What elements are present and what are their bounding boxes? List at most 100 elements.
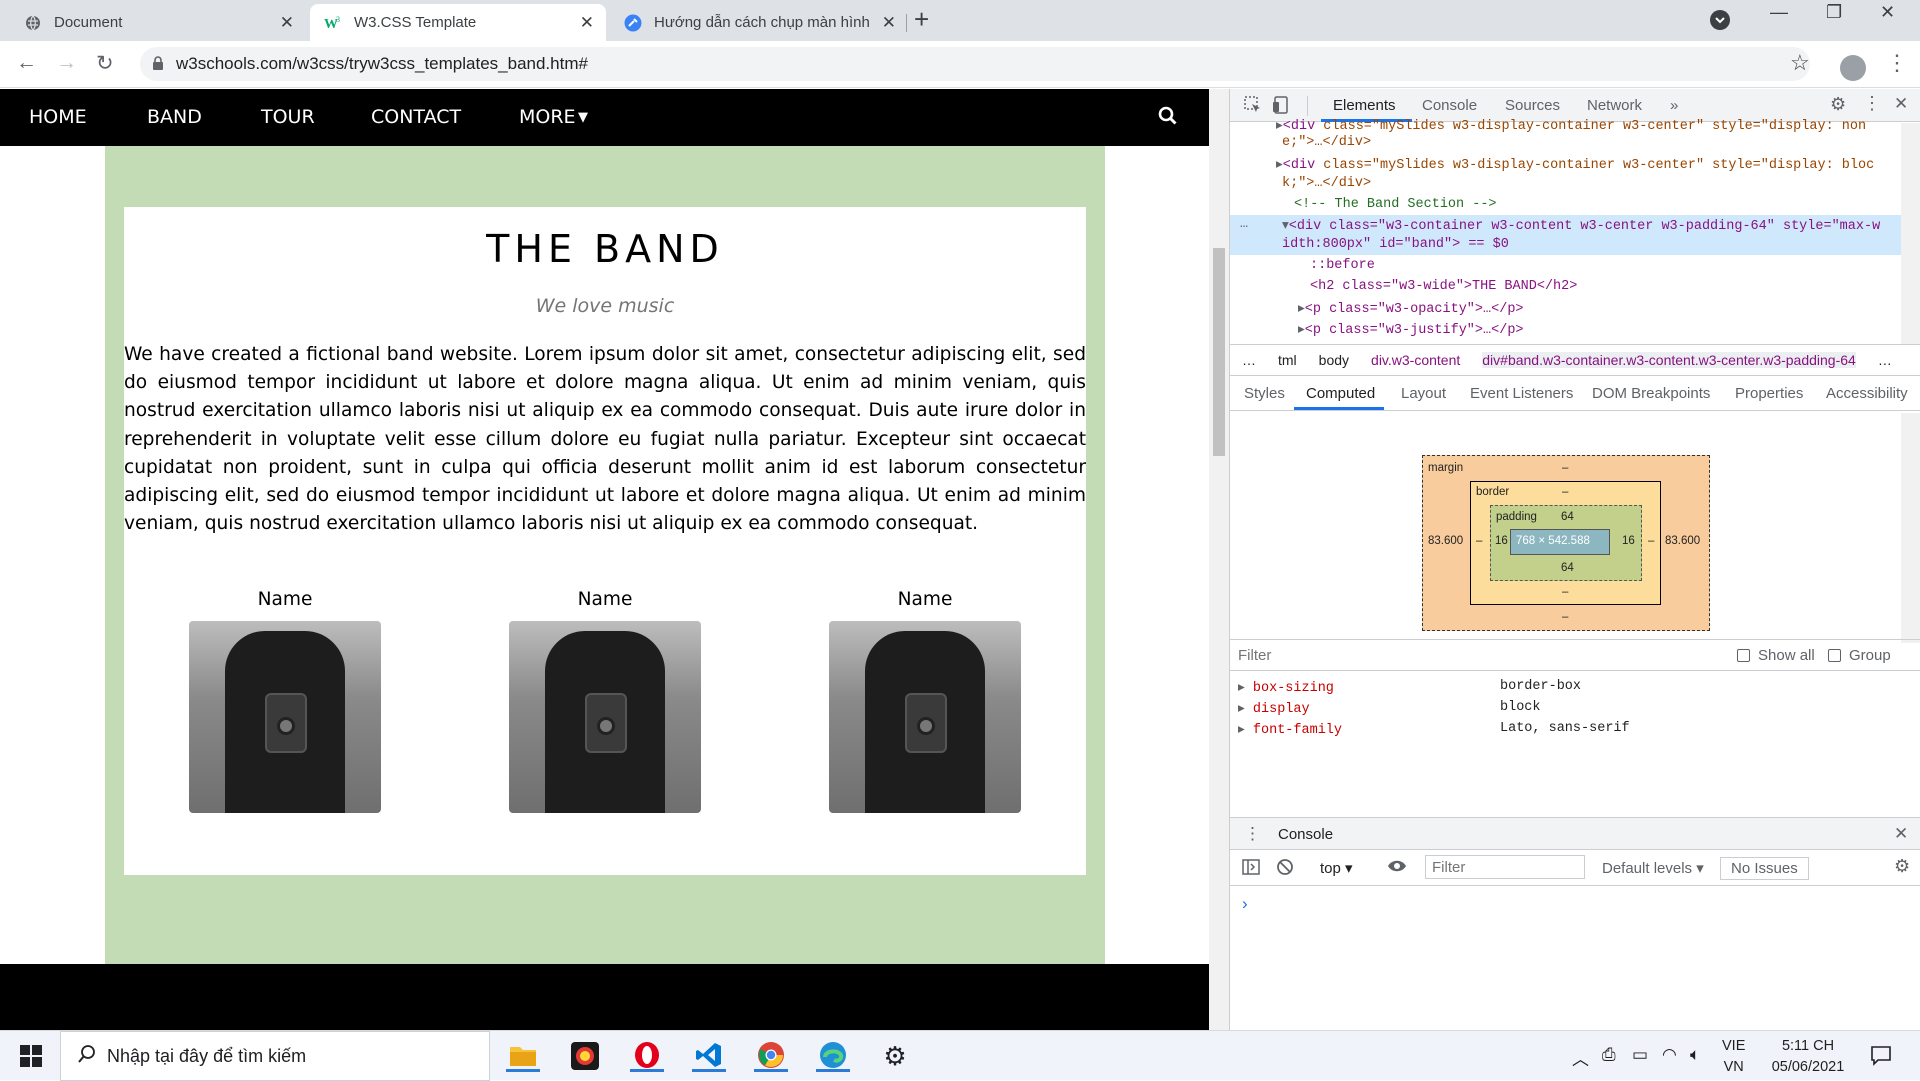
file-explorer-icon[interactable] bbox=[506, 1040, 540, 1072]
input-language-indicator[interactable]: VIE VN bbox=[1722, 1036, 1745, 1078]
issues-button[interactable]: No Issues bbox=[1720, 857, 1809, 880]
context-selector[interactable]: top ▾ bbox=[1320, 859, 1353, 877]
notification-center-icon[interactable] bbox=[1870, 1044, 1892, 1071]
expand-arrow-icon[interactable]: ▸ bbox=[1298, 323, 1305, 338]
vscode-icon[interactable] bbox=[692, 1040, 726, 1072]
dom-ellipsis[interactable]: … bbox=[1240, 217, 1248, 232]
computed-property-row[interactable]: ▸ box-sizing bbox=[1238, 679, 1334, 696]
breadcrumb-item-selected[interactable]: div#band.w3-container.w3-content.w3-cent… bbox=[1482, 352, 1856, 368]
profile-avatar-icon[interactable] bbox=[1840, 55, 1866, 81]
nav-more[interactable]: MORE bbox=[519, 106, 576, 128]
close-tab-icon[interactable]: ✕ bbox=[580, 13, 594, 33]
search-icon[interactable] bbox=[1158, 106, 1178, 132]
nav-home[interactable]: HOME bbox=[29, 106, 87, 128]
nav-tour[interactable]: TOUR bbox=[261, 106, 315, 128]
more-tabs-icon[interactable]: » bbox=[1670, 97, 1678, 114]
console-prompt[interactable]: › bbox=[1242, 894, 1248, 914]
device-toggle-icon[interactable] bbox=[1272, 96, 1290, 119]
console-settings-gear-icon[interactable]: ⚙ bbox=[1894, 856, 1910, 877]
breadcrumb-item[interactable]: … bbox=[1878, 352, 1892, 368]
clear-console-icon[interactable] bbox=[1276, 858, 1294, 881]
tab-search-icon[interactable] bbox=[1710, 10, 1730, 30]
close-window-icon[interactable]: ✕ bbox=[1880, 2, 1895, 23]
computed-scrollbar[interactable] bbox=[1901, 413, 1920, 643]
address-bar[interactable]: w3schools.com/w3css/tryw3css_templates_b… bbox=[140, 47, 1810, 81]
breadcrumb-item[interactable]: tml bbox=[1278, 352, 1297, 368]
breadcrumb-item[interactable]: body bbox=[1319, 352, 1349, 368]
sidebar-toggle-icon[interactable] bbox=[1242, 859, 1260, 880]
expand-arrow-icon[interactable]: ▸ bbox=[1276, 158, 1283, 173]
live-expression-eye-icon[interactable] bbox=[1387, 858, 1407, 879]
computed-filter-input[interactable] bbox=[1238, 644, 1618, 666]
tab-layout[interactable]: Layout bbox=[1401, 385, 1446, 402]
close-devtools-icon[interactable]: ✕ bbox=[1894, 94, 1908, 114]
dom-comment[interactable]: <!-- The Band Section --> bbox=[1294, 197, 1497, 212]
minimize-icon[interactable]: — bbox=[1770, 2, 1788, 23]
dom-line-selected[interactable]: idth:800px" id="band"> == $0 bbox=[1282, 237, 1509, 252]
breadcrumb-item[interactable]: … bbox=[1242, 352, 1256, 368]
tab-document[interactable]: Document ✕ bbox=[0, 4, 306, 41]
reload-icon[interactable]: ↻ bbox=[96, 51, 114, 76]
wifi-icon[interactable]: ◠ bbox=[1662, 1045, 1677, 1065]
tab-network[interactable]: Network bbox=[1587, 97, 1642, 114]
close-tab-icon[interactable]: ✕ bbox=[882, 13, 896, 33]
devtools-menu-icon[interactable]: ⋮ bbox=[1863, 93, 1881, 114]
computed-property-row[interactable]: ▸ display bbox=[1238, 700, 1310, 717]
show-hidden-icons-chevron-icon[interactable]: ︿ bbox=[1572, 1045, 1589, 1070]
tab-w3css-template[interactable]: W3 W3.CSS Template ✕ bbox=[310, 4, 606, 41]
dom-line[interactable]: ▸<div class="mySlides w3-display-contain… bbox=[1276, 156, 1874, 173]
tab-console[interactable]: Console bbox=[1422, 97, 1477, 114]
nav-contact[interactable]: CONTACT bbox=[371, 106, 461, 128]
taskbar-search-box[interactable]: Nhập tại đây để tìm kiếm bbox=[60, 1031, 490, 1081]
computed-property-row[interactable]: ▸ font-family bbox=[1238, 721, 1342, 738]
settings-gear-icon[interactable]: ⚙ bbox=[878, 1040, 912, 1072]
chrome-icon[interactable] bbox=[754, 1040, 788, 1072]
windows-start-icon[interactable] bbox=[20, 1045, 42, 1072]
group-checkbox[interactable] bbox=[1828, 649, 1841, 662]
drawer-menu-icon[interactable]: ⋮ bbox=[1244, 824, 1261, 844]
console-drawer-tab[interactable]: Console bbox=[1278, 826, 1333, 843]
nav-band[interactable]: BAND bbox=[147, 106, 202, 128]
new-tab-button[interactable]: + bbox=[914, 4, 929, 35]
inspect-element-icon[interactable] bbox=[1244, 96, 1262, 119]
show-all-checkbox[interactable] bbox=[1737, 649, 1750, 662]
tab-dom-breakpoints[interactable]: DOM Breakpoints bbox=[1592, 385, 1710, 402]
dom-line[interactable]: <h2 class="w3-wide">THE BAND</h2> bbox=[1310, 279, 1577, 294]
tab-elements[interactable]: Elements bbox=[1333, 97, 1396, 114]
opera-icon[interactable] bbox=[630, 1040, 664, 1072]
forward-arrow-icon[interactable]: → bbox=[56, 51, 77, 75]
dom-pseudo[interactable]: ::before bbox=[1310, 258, 1375, 273]
tab-huong-dan[interactable]: Hướng dẫn cách chụp màn hình ✕ bbox=[610, 4, 908, 41]
system-clock[interactable]: 5:11 CH 05/06/2021 bbox=[1763, 1036, 1853, 1078]
tab-computed[interactable]: Computed bbox=[1306, 385, 1375, 402]
page-scrollbar[interactable] bbox=[1209, 89, 1229, 1030]
breadcrumb-item[interactable]: div.w3-content bbox=[1371, 352, 1460, 368]
caret-down-icon[interactable]: ▼ bbox=[578, 110, 588, 125]
back-arrow-icon[interactable]: ← bbox=[16, 51, 37, 75]
dom-scrollbar[interactable] bbox=[1901, 123, 1920, 345]
tab-accessibility[interactable]: Accessibility bbox=[1826, 385, 1908, 402]
tab-properties[interactable]: Properties bbox=[1735, 385, 1803, 402]
tab-sources[interactable]: Sources bbox=[1505, 97, 1560, 114]
log-levels-dropdown[interactable]: Default levels ▾ bbox=[1602, 859, 1704, 877]
collapse-arrow-icon[interactable]: ▾ bbox=[1282, 219, 1289, 234]
dom-line[interactable]: ▸<p class="w3-opacity">…</p> bbox=[1298, 300, 1524, 317]
battery-icon[interactable]: ▭ bbox=[1632, 1045, 1648, 1065]
tab-styles[interactable]: Styles bbox=[1244, 385, 1285, 402]
paint-app-icon[interactable] bbox=[568, 1040, 602, 1072]
meet-now-icon[interactable]: ⎙ bbox=[1602, 1045, 1616, 1065]
chrome-menu-icon[interactable]: ⋮ bbox=[1886, 50, 1908, 76]
dom-line[interactable]: ▸<div class="mySlides w3-display-contain… bbox=[1276, 117, 1866, 134]
close-drawer-icon[interactable]: ✕ bbox=[1894, 824, 1908, 844]
console-filter-input[interactable] bbox=[1425, 855, 1585, 879]
dom-line[interactable]: ▸<p class="w3-justify">…</p> bbox=[1298, 321, 1524, 338]
maximize-icon[interactable]: ❐ bbox=[1826, 2, 1842, 23]
expand-arrow-icon[interactable]: ▸ bbox=[1276, 119, 1283, 134]
close-tab-icon[interactable]: ✕ bbox=[280, 13, 294, 33]
page-scrollbar-thumb[interactable] bbox=[1213, 248, 1225, 456]
tab-event-listeners[interactable]: Event Listeners bbox=[1470, 385, 1573, 402]
settings-gear-icon[interactable]: ⚙ bbox=[1830, 94, 1846, 115]
edge-icon[interactable] bbox=[816, 1040, 850, 1072]
expand-arrow-icon[interactable]: ▸ bbox=[1298, 302, 1305, 317]
bookmark-star-icon[interactable]: ☆ bbox=[1790, 50, 1810, 76]
